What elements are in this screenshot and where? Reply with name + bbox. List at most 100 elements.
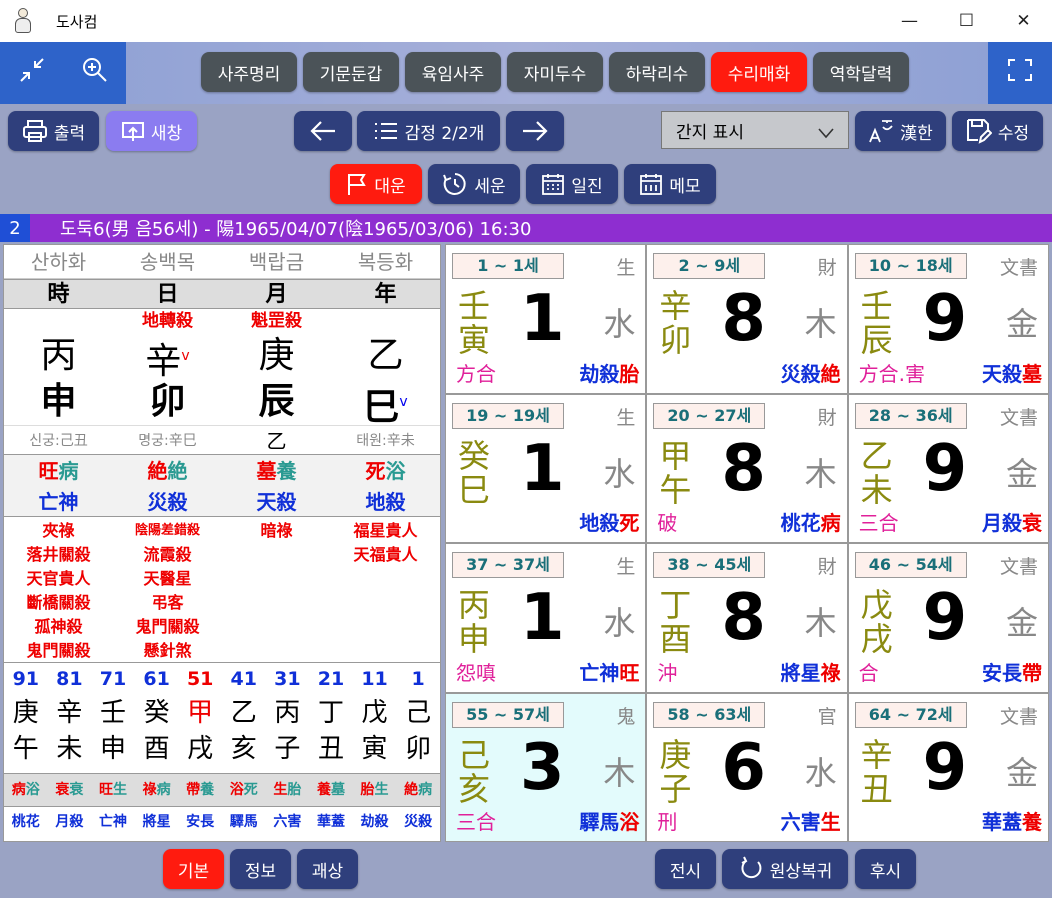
tab-iljin[interactable]: 일진 <box>526 164 618 204</box>
calendar-icon <box>639 172 663 196</box>
cell-number: 9 <box>922 730 968 805</box>
cell-element: 金 <box>1005 753 1038 792</box>
prev-record-button[interactable] <box>294 111 352 151</box>
close-button[interactable]: ✕ <box>995 0 1052 42</box>
zoom-in-icon[interactable] <box>81 56 109 90</box>
edit-button[interactable]: 수정 <box>952 111 1043 151</box>
grid-cell[interactable]: 2 ~ 9세 財辛卯 8 木災殺絶 <box>647 245 847 393</box>
prev-hour-button[interactable]: 전시 <box>655 849 716 889</box>
cell-age-range: 58 ~ 63세 <box>653 701 766 728</box>
cell-number: 8 <box>721 581 766 655</box>
tab-gimun[interactable]: 기문둔갑 <box>303 52 399 92</box>
cell-ganji: 丙申 <box>457 586 490 658</box>
cell-sinsal: 月殺衰 <box>981 511 1042 535</box>
print-label: 출력 <box>53 123 86 144</box>
sinsal-list: 夾祿 落井關殺 天官貴人 斷橋關殺 孤神殺 鬼門關殺 陰陽差錯殺 流霞殺 天醫星 弔客 鬼門關殺懸… <box>4 517 440 663</box>
maximize-button[interactable]: ☐ <box>938 0 995 42</box>
sal-day: 地轉殺 <box>142 311 193 331</box>
cell-relation: 方合 <box>456 361 496 386</box>
cell-category: 文書 <box>999 257 1038 279</box>
ganji-dropdown[interactable]: 간지 표시 <box>661 111 849 149</box>
hanja-toggle-button[interactable]: 漢한 <box>855 111 946 151</box>
stem-row: 丙 辛v 庚 乙 <box>4 333 440 382</box>
cell-element: 水 <box>603 305 636 343</box>
cell-sinsal: 安長帶 <box>981 660 1042 685</box>
view-controls <box>0 42 126 104</box>
grid-cell[interactable]: 64 ~ 72세 文書辛丑 9 金華蓋養 <box>848 693 1048 841</box>
grid-cell[interactable]: 20 ~ 27세 財甲午 8 木破 桃花病 <box>647 394 847 542</box>
new-window-button[interactable]: 새창 <box>106 111 197 151</box>
cell-relation: 刑 <box>657 810 678 834</box>
cell-sinsal: 將星祿 <box>780 660 841 685</box>
stem-month[interactable]: 庚 <box>222 333 331 379</box>
arrow-left-icon <box>309 120 337 142</box>
grid-cell[interactable]: 1 ~ 1세 生壬寅 1 水方合 劫殺胎 <box>446 245 646 393</box>
grid-cell[interactable]: 55 ~ 57세 鬼己亥 3 木三合 驛馬浴 <box>446 693 646 841</box>
cell-sinsal: 天殺墓 <box>981 361 1042 386</box>
cell-element: 木 <box>603 753 636 792</box>
branch-month[interactable]: 辰 <box>222 379 331 425</box>
cell-category: 財 <box>817 257 837 279</box>
daeun-stages-row: 病浴 衰衰 旺生 祿病 帶養 浴死 生胎 養墓 胎生 絶病 <box>4 773 440 807</box>
restore-button[interactable]: 원상복귀 <box>722 849 848 889</box>
branch-year[interactable]: 巳v <box>331 379 440 428</box>
info-button[interactable]: 정보 <box>230 849 291 889</box>
cell-category: 文書 <box>999 556 1038 578</box>
cell-sinsal: 桃花病 <box>780 511 841 535</box>
stem-hour[interactable]: 丙 <box>4 333 113 379</box>
stem-day[interactable]: 辛v <box>113 333 222 382</box>
grid-cell[interactable]: 19 ~ 19세 生癸巳 1 水地殺死 <box>446 394 646 542</box>
cell-element: 金 <box>1005 604 1038 642</box>
refresh-icon <box>738 856 764 882</box>
next-hour-button[interactable]: 후시 <box>855 849 916 889</box>
next-record-button[interactable] <box>506 111 564 151</box>
grid-cell[interactable]: 58 ~ 63세 官庚子 6 水刑 六害生 <box>647 693 847 841</box>
grid-cell[interactable]: 28 ~ 36세 文書乙未 9 金三合 月殺衰 <box>848 394 1048 542</box>
cell-element: 金 <box>1005 305 1038 343</box>
cell-category: 文書 <box>999 705 1038 728</box>
fullscreen-icon <box>1007 58 1033 88</box>
basic-button[interactable]: 기본 <box>163 849 224 889</box>
tab-memo[interactable]: 메모 <box>624 164 716 204</box>
grid-cell[interactable]: 10 ~ 18세 文書壬辰 9 金方合.害 天殺墓 <box>848 245 1048 393</box>
fullscreen-button[interactable] <box>988 42 1052 104</box>
minimize-button[interactable]: — <box>881 0 938 42</box>
tab-yukim[interactable]: 육임사주 <box>405 52 501 92</box>
sal-hour <box>4 309 113 333</box>
window-title: 도사컴 <box>56 12 98 31</box>
tab-harak[interactable]: 하락리수 <box>609 52 705 92</box>
tab-daeun[interactable]: 대운 <box>330 164 422 204</box>
tab-calendar[interactable]: 역학달력 <box>813 52 909 92</box>
stem-year[interactable]: 乙 <box>331 333 440 379</box>
cell-category: 文書 <box>999 406 1038 429</box>
branch-day[interactable]: 卯 <box>113 379 222 425</box>
cell-sinsal: 災殺絶 <box>780 361 841 386</box>
tab-seun[interactable]: 세운 <box>428 164 520 204</box>
tab-saju[interactable]: 사주명리 <box>201 52 297 92</box>
cell-relation: 方合.害 <box>858 361 926 386</box>
dropdown-value: 간지 표시 <box>676 122 744 143</box>
twelve-stages: 旺病 絶絶 墓養 死浴 亡神 災殺 天殺 地殺 <box>4 455 440 517</box>
gwaesang-button[interactable]: 괘상 <box>297 849 358 889</box>
cell-category: 生 <box>616 406 636 429</box>
cell-sinsal: 地殺死 <box>579 511 640 535</box>
print-button[interactable]: 출력 <box>8 111 99 151</box>
cell-age-range: 55 ~ 57세 <box>452 701 564 728</box>
grid-cell[interactable]: 37 ~ 37세 生丙申 1 水怨嗔 亡神旺 <box>446 544 646 692</box>
list-icon <box>373 121 399 141</box>
grid-cell[interactable]: 46 ~ 54세 文書戊戌 9 金合 安長帶 <box>848 544 1048 692</box>
cell-element: 水 <box>603 604 636 642</box>
collapse-icon[interactable] <box>18 56 46 90</box>
cell-category: 生 <box>616 257 636 279</box>
tab-surimaehwa[interactable]: 수리매화 <box>711 52 807 92</box>
cell-number: 1 <box>520 581 565 655</box>
header-year: 年 <box>374 282 397 307</box>
cell-age-range: 38 ~ 45세 <box>653 552 766 578</box>
cell-number: 9 <box>922 581 968 655</box>
grid-cell[interactable]: 38 ~ 45세 財丁酉 8 木沖 將星祿 <box>647 544 847 692</box>
branch-hour[interactable]: 申 <box>4 379 113 425</box>
sinsal-day: 陰陽差錯殺 流霞殺 天醫星 弔客 鬼門關殺 懸針煞 <box>134 523 200 660</box>
tab-jami[interactable]: 자미두수 <box>507 52 603 92</box>
record-list-button[interactable]: 감정 2/2개 <box>357 111 500 151</box>
person-info-bar: 2 도둑6(男 음56세) - 陽1965/04/07(陰1965/03/06)… <box>0 214 1052 242</box>
